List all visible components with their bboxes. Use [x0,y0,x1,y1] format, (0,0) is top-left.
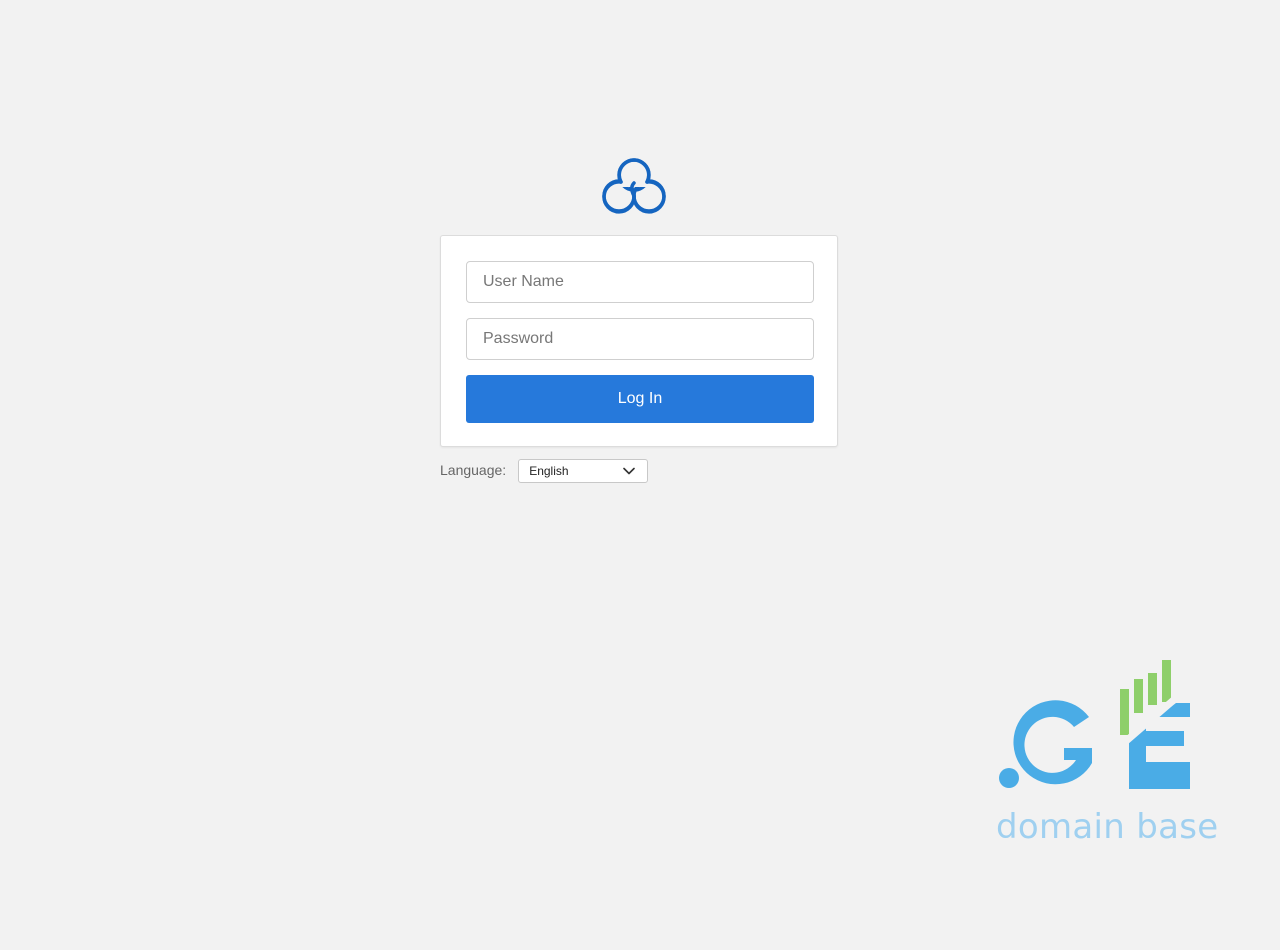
brand-tagline: domain base [996,807,1219,847]
login-page: Log In Language: English domain base [0,0,1280,950]
language-label: Language: [440,462,507,478]
domain-base-brand: domain base [994,655,1218,850]
language-selector-row: Language: English [440,459,649,483]
chevron-down-icon [623,467,635,475]
login-form: Log In [440,235,838,447]
language-selected-value: English [529,464,569,478]
ge-domain-logo [999,660,1190,789]
cloud-icon [602,158,666,214]
language-select[interactable]: English [518,459,649,483]
password-input[interactable] [466,318,814,360]
login-button[interactable]: Log In [466,375,814,423]
username-input[interactable] [466,261,814,303]
